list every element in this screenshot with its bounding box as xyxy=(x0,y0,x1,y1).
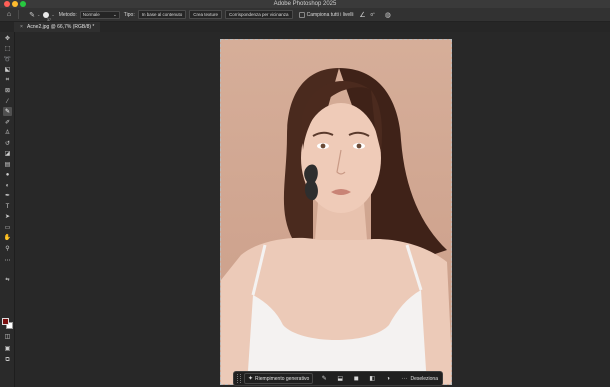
screen-mode-icon[interactable]: ▣ xyxy=(3,344,12,353)
type-create-texture-button[interactable]: Crea texture xyxy=(189,10,223,19)
document-tab-label: Acne2.jpg @ 66,7% (RGB/8) * xyxy=(27,24,95,30)
mode-select[interactable]: Normale ⌄ xyxy=(79,10,120,19)
divider xyxy=(18,10,19,19)
app-title: Adobe Photoshop 2025 xyxy=(273,1,337,7)
eraser-tool-icon[interactable]: ◪ xyxy=(3,149,12,158)
generative-fill-label: Riempimento generativo xyxy=(255,375,310,382)
type-label: Tipo: xyxy=(123,11,135,18)
tools-panel: ✥ ⬚ ➰ ⬕ ⌗ ⊠ ⁄ ✎ ✐ ♙ ↺ ◪ ▤ ● ◐ ✒ T ➤ ▭ ✋ … xyxy=(0,32,15,387)
object-selection-tool-icon[interactable]: ⬕ xyxy=(3,65,12,74)
brush-preset-picker[interactable] xyxy=(43,11,50,18)
close-tab-icon[interactable]: × xyxy=(20,24,23,30)
generative-fill-icon: ✦ xyxy=(248,376,254,382)
contextual-task-bar: ✦ Riempimento generativo ✎ ⬓ ◼ ◧ ◑ ··· D… xyxy=(233,371,443,386)
dodge-tool-icon[interactable]: ◐ xyxy=(3,181,12,190)
modify-selection-icon[interactable]: ✎ xyxy=(319,373,329,384)
more-tools-icon[interactable]: ⋯ xyxy=(3,256,12,265)
document-tab-bar: × Acne2.jpg @ 66,7% (RGB/8) * xyxy=(0,22,610,32)
angle-value[interactable]: 0° xyxy=(371,12,375,17)
clone-stamp-tool-icon[interactable]: ♙ xyxy=(3,128,12,137)
swap-colors-icon[interactable]: ⇆ xyxy=(3,275,12,284)
deselect-button[interactable]: Deseleziona xyxy=(410,376,438,382)
fill-selection-icon[interactable]: ◧ xyxy=(367,373,377,384)
mode-label: Metodo: xyxy=(58,11,77,18)
brush-tool-icon[interactable]: ✐ xyxy=(3,118,12,127)
adjustment-layer-icon[interactable]: ◑ xyxy=(383,373,393,384)
eyedropper-tool-icon[interactable]: ⁄ xyxy=(3,97,12,106)
brush-chevron-icon[interactable]: ⌄ xyxy=(51,12,54,17)
document-tab[interactable]: × Acne2.jpg @ 66,7% (RGB/8) * xyxy=(14,22,101,32)
pressure-size-icon[interactable]: ◍ xyxy=(383,10,393,20)
document-canvas[interactable] xyxy=(220,39,452,385)
tool-preset-chevron-icon[interactable]: ⌄ xyxy=(37,12,40,17)
color-swatches[interactable] xyxy=(2,318,13,330)
home-icon[interactable]: ⌂ xyxy=(4,10,14,20)
type-tool-icon[interactable]: T xyxy=(3,202,12,211)
hand-tool-icon[interactable]: ✋ xyxy=(3,233,12,242)
spot-healing-brush-tool-icon[interactable]: ✎ xyxy=(3,107,12,116)
blur-tool-icon[interactable]: ● xyxy=(3,170,12,179)
path-selection-tool-icon[interactable]: ➤ xyxy=(3,212,12,221)
lasso-tool-icon[interactable]: ➰ xyxy=(3,55,12,64)
artboard-icon[interactable]: ⧉ xyxy=(3,356,12,365)
pen-tool-icon[interactable]: ✒ xyxy=(3,191,12,200)
chevron-down-icon: ⌄ xyxy=(113,11,117,17)
options-bar: ⌂ ✎ ⌄ ⌄ Metodo: Normale ⌄ Tipo: In base … xyxy=(0,8,610,22)
zoom-tool-icon[interactable]: ⚲ xyxy=(3,244,12,253)
type-proximity-match-button[interactable]: Corrispondenza per vicinanza xyxy=(225,10,293,19)
canvas-workspace xyxy=(15,32,610,387)
move-tool-icon[interactable]: ✥ xyxy=(3,34,12,43)
portrait-photo xyxy=(221,68,451,384)
type-content-aware-button[interactable]: In base al contenuto xyxy=(137,10,187,19)
create-mask-icon[interactable]: ◼ xyxy=(351,373,361,384)
invert-selection-icon[interactable]: ⬓ xyxy=(335,373,345,384)
rectangle-tool-icon[interactable]: ▭ xyxy=(3,223,12,232)
quick-mask-icon[interactable]: ◫ xyxy=(3,332,12,341)
more-options-icon[interactable]: ··· xyxy=(399,373,409,384)
photoshop-window: Adobe Photoshop 2025 ⌂ ✎ ⌄ ⌄ Metodo: Nor… xyxy=(0,0,610,387)
foreground-color-swatch[interactable] xyxy=(2,318,9,325)
history-brush-tool-icon[interactable]: ↺ xyxy=(3,139,12,148)
taskbar-drag-handle[interactable] xyxy=(237,374,241,383)
title-bar: Adobe Photoshop 2025 xyxy=(0,0,610,8)
marquee-tool-icon[interactable]: ⬚ xyxy=(3,44,12,53)
generative-fill-button[interactable]: ✦ Riempimento generativo xyxy=(244,373,314,384)
angle-icon: ∠ xyxy=(359,11,366,19)
gradient-tool-icon[interactable]: ▤ xyxy=(3,160,12,169)
sample-all-layers-checkbox[interactable] xyxy=(298,11,305,18)
crop-tool-icon[interactable]: ⌗ xyxy=(3,76,12,85)
sample-all-layers-label: Campiona tutti i livelli xyxy=(306,11,354,18)
spot-healing-brush-icon[interactable]: ✎ xyxy=(27,10,37,20)
frame-tool-icon[interactable]: ⊠ xyxy=(3,86,12,95)
mode-value: Normale xyxy=(82,12,100,17)
